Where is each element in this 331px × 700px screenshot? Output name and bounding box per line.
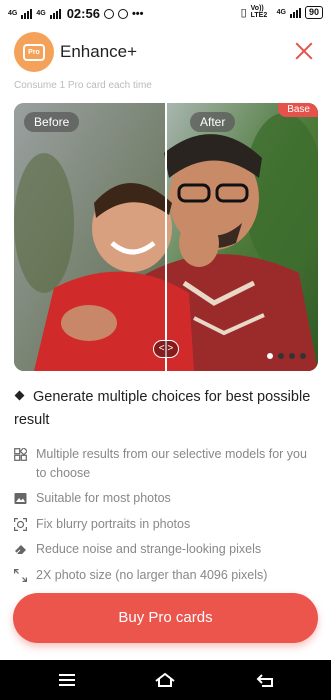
expand-icon [14, 569, 27, 582]
before-label: Before [24, 112, 80, 132]
page-title: Enhance+ [60, 42, 138, 61]
more-notifications-icon: ••• [131, 7, 144, 20]
system-nav-bar [0, 660, 331, 700]
menu-icon[interactable] [55, 670, 79, 690]
buy-pro-cards-button[interactable]: Buy Pro cards [13, 593, 318, 643]
compare-slider-handle[interactable]: < > [153, 340, 179, 358]
notification-icon [117, 8, 128, 19]
carousel-dot[interactable] [300, 353, 306, 359]
clock: 02:56 [66, 6, 100, 21]
feature-text: Fix blurry portraits in photos [36, 517, 191, 531]
feature-headline: Generate multiple choices for best possi… [14, 386, 314, 432]
feature-item: 2X photo size (no larger than 4096 pixel… [14, 566, 314, 585]
pro-card-icon: Pro [23, 43, 45, 61]
carousel-dot[interactable] [289, 353, 295, 359]
before-after-comparison[interactable]: Before After Base < > [14, 103, 318, 371]
feature-item: Multiple results from our selective mode… [14, 445, 314, 483]
carousel-dot[interactable] [267, 353, 273, 359]
usage-note: Consume 1 Pro card each time [14, 80, 152, 91]
eraser-icon [15, 545, 26, 554]
after-label: After [190, 112, 236, 132]
headline-text: Generate multiple choices for best possi… [14, 389, 311, 428]
image-icon [14, 493, 27, 504]
base-badge: Base [278, 103, 318, 117]
status-bar: 4G 4G 02:56 ••• ▯ Vo)) LTE2 4G 90 [0, 0, 331, 26]
signal-icon [21, 8, 33, 19]
network-type-2: 4G [36, 10, 46, 17]
feature-item: Suitable for most photos [14, 489, 314, 508]
signal-icon-2 [49, 8, 61, 19]
close-icon[interactable] [293, 40, 315, 62]
battery-indicator: 90 [304, 5, 323, 19]
feature-text: 2X photo size (no larger than 4096 pixel… [36, 568, 268, 582]
lte-label: Vo)) LTE2 [250, 5, 268, 19]
network-type-3: 4G [276, 8, 286, 16]
feature-item: Fix blurry portraits in photos [14, 515, 314, 534]
compare-divider[interactable] [165, 103, 167, 371]
diamond-bullet-icon [14, 390, 25, 401]
pro-card-logo: Pro [14, 32, 54, 72]
feature-text: Multiple results from our selective mode… [36, 447, 307, 480]
back-icon[interactable] [254, 670, 278, 690]
home-icon[interactable] [153, 670, 177, 690]
feature-text: Reduce noise and strange-looking pixels [36, 542, 262, 556]
vibrate-icon: ▯ [240, 6, 247, 19]
grid-icon [14, 448, 27, 461]
carousel-dot[interactable] [278, 353, 284, 359]
feature-item: Reduce noise and strange-looking pixels [14, 540, 314, 559]
app-header: Pro Enhance+ [0, 26, 331, 80]
feature-text: Suitable for most photos [36, 491, 171, 505]
carousel-indicator [267, 353, 306, 359]
network-type-1: 4G [8, 10, 18, 17]
whatsapp-icon [103, 8, 114, 19]
signal-icon-3 [289, 7, 301, 18]
face-focus-icon [14, 518, 27, 531]
